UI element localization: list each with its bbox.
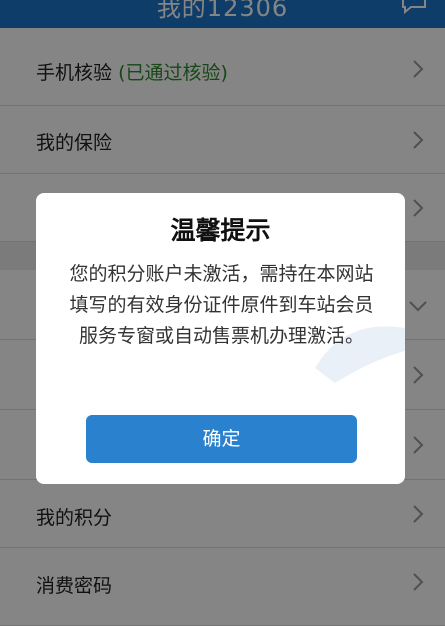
alert-dialog: 温馨提示 您的积分账户未激活，需持在本网站填写的有效身份证件原件到车站会员服务专… [36, 193, 405, 484]
dialog-title: 温馨提示 [170, 216, 271, 245]
dialog-message: 您的积分账户未激活，需持在本网站填写的有效身份证件原件到车站会员服务专窗或自动售… [69, 263, 374, 347]
confirm-button[interactable]: 确定 [86, 415, 357, 463]
